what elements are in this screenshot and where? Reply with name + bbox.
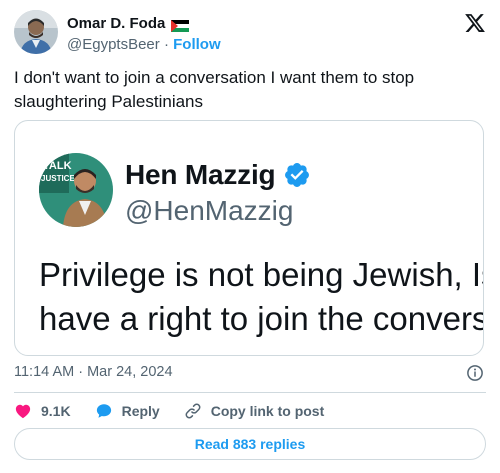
- quoted-avatar: TALK JUSTICE: [39, 153, 113, 227]
- tweet-header: Omar D. Foda @EgyptsBeer · Follow: [14, 10, 486, 56]
- quoted-text-line-2: have a right to join the conversa: [39, 300, 484, 337]
- palestine-flag-icon: [171, 18, 190, 32]
- link-icon: [185, 403, 201, 419]
- quoted-text-line-1: Privilege is not being Jewish, Isr: [39, 256, 484, 293]
- quoted-name: Hen Mazzig: [125, 159, 276, 190]
- reply-button[interactable]: Reply: [95, 402, 160, 420]
- copy-link-label: Copy link to post: [210, 403, 325, 419]
- tweet-media-image[interactable]: TALK JUSTICE Hen Mazzig @HenMazzig Privi…: [14, 120, 484, 356]
- author-handle[interactable]: @EgyptsBeer: [67, 36, 160, 53]
- divider: [14, 392, 486, 393]
- like-button[interactable]: 9.1K: [14, 402, 71, 420]
- heart-icon: [15, 404, 31, 419]
- quoted-handle: @HenMazzig: [125, 195, 294, 226]
- reply-bubble-icon: [96, 404, 111, 418]
- info-icon[interactable]: [466, 364, 484, 382]
- author-avatar[interactable]: [14, 10, 58, 54]
- svg-text:TALK: TALK: [43, 160, 72, 172]
- x-logo-icon[interactable]: [464, 12, 486, 34]
- reply-label: Reply: [121, 403, 160, 419]
- copy-link-button[interactable]: Copy link to post: [184, 402, 325, 420]
- quoted-text: Privilege is not being Jewish, Isr have …: [39, 253, 484, 341]
- handle-separator: ·: [163, 36, 169, 53]
- follow-button[interactable]: Follow: [173, 36, 221, 53]
- like-count: 9.1K: [41, 403, 71, 419]
- author-info: Omar D. Foda @EgyptsBeer · Follow: [67, 14, 221, 55]
- tweet-text: I don't want to join a conversation I wa…: [14, 68, 415, 111]
- verified-badge-icon: [283, 161, 311, 189]
- author-name[interactable]: Omar D. Foda: [67, 14, 165, 33]
- action-bar: 9.1K Reply Copy link to post: [14, 401, 348, 421]
- tweet-card: Omar D. Foda @EgyptsBeer · Follow I don'…: [0, 0, 500, 473]
- tweet-timestamp[interactable]: 11:14 AM · Mar 24, 2024: [14, 364, 173, 380]
- svg-text:JUSTICE: JUSTICE: [41, 174, 75, 183]
- read-replies-button[interactable]: Read 883 replies: [14, 428, 486, 460]
